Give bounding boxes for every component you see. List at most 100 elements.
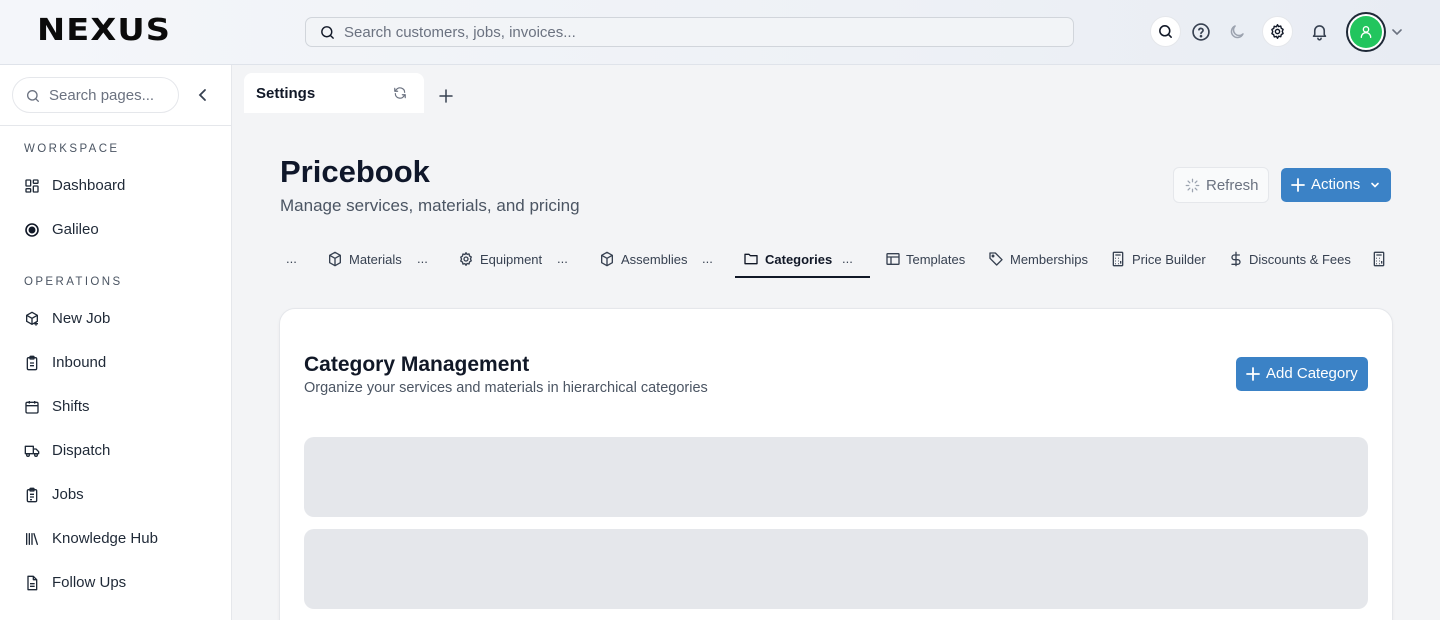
sidebar-item-knowledge-hub[interactable]: Knowledge Hub bbox=[12, 521, 219, 557]
grid-icon bbox=[25, 179, 39, 193]
plus-icon bbox=[1246, 367, 1260, 381]
sidebar-item-inbound[interactable]: Inbound bbox=[12, 345, 219, 381]
loading-skeleton bbox=[304, 529, 1368, 609]
library-icon bbox=[26, 533, 38, 545]
page-title: Pricebook bbox=[280, 154, 430, 189]
moon-icon bbox=[1230, 24, 1244, 38]
subtab-label: Equipment bbox=[480, 252, 543, 267]
file-text-icon bbox=[27, 575, 38, 591]
sidebar-divider bbox=[0, 125, 231, 126]
global-search[interactable] bbox=[305, 17, 1074, 47]
subtab-materials[interactable]: Materials bbox=[326, 240, 426, 278]
subtab-overflow[interactable]: ... bbox=[557, 251, 568, 266]
subtab-label: Assemblies bbox=[621, 252, 688, 267]
sidebar-item-follow-ups[interactable]: Follow Ups bbox=[12, 565, 219, 601]
pricebook-subtabs: ... Materials ... Equipment ... Assembli… bbox=[280, 240, 1390, 278]
sidebar-item-label: Dispatch bbox=[52, 442, 111, 459]
refresh-label: Refresh bbox=[1206, 177, 1259, 194]
subtab-categories[interactable]: Categories ... bbox=[735, 240, 870, 278]
gear-icon bbox=[1271, 24, 1284, 39]
sidebar-item-dispatch[interactable]: Dispatch bbox=[12, 433, 219, 469]
top-bar: NEXUS bbox=[0, 0, 1440, 65]
user-icon bbox=[1360, 26, 1372, 38]
loader-icon bbox=[1185, 178, 1200, 193]
sidebar-item-label: Shifts bbox=[52, 398, 90, 415]
layout-icon bbox=[886, 253, 900, 265]
global-search-input[interactable] bbox=[344, 18, 1044, 46]
collapse-sidebar-button[interactable] bbox=[194, 85, 212, 105]
refresh-button[interactable]: Refresh bbox=[1173, 167, 1269, 203]
clipboard-list-icon bbox=[26, 487, 38, 503]
calculator-icon bbox=[1373, 251, 1385, 267]
tab-label: Settings bbox=[256, 85, 316, 102]
theme-toggle-button[interactable] bbox=[1221, 16, 1252, 47]
package-icon bbox=[601, 251, 613, 267]
subtab-label: Discounts & Fees bbox=[1249, 252, 1351, 267]
subtab-price-builder[interactable]: Price Builder bbox=[1110, 240, 1215, 278]
sidebar-item-label: Knowledge Hub bbox=[52, 530, 158, 547]
refresh-icon[interactable] bbox=[393, 86, 407, 100]
calendar-icon bbox=[25, 401, 39, 414]
avatar[interactable] bbox=[1346, 12, 1386, 52]
sidebar-item-label: Galileo bbox=[52, 221, 99, 238]
subtab-equipment[interactable]: Equipment bbox=[458, 240, 568, 278]
subtab-label: Categories bbox=[765, 252, 833, 267]
subtab-label: Materials bbox=[349, 252, 402, 267]
loading-skeleton bbox=[304, 437, 1368, 517]
subtab-label: Price Builder bbox=[1132, 252, 1206, 267]
add-tab-icon[interactable] bbox=[438, 88, 454, 104]
subtab-memberships[interactable]: Memberships bbox=[987, 240, 1097, 278]
page-search[interactable] bbox=[12, 77, 179, 113]
tag-icon bbox=[989, 252, 1003, 266]
sidebar-item-new-job[interactable]: New Job bbox=[12, 301, 219, 337]
card-title: Category Management bbox=[304, 353, 530, 376]
help-button[interactable] bbox=[1185, 16, 1216, 47]
notifications-button[interactable] bbox=[1304, 16, 1335, 47]
subtab-more[interactable] bbox=[1370, 240, 1390, 278]
sidebar-item-label: Follow Ups bbox=[52, 574, 127, 591]
truck-icon bbox=[24, 445, 40, 457]
actions-label: Actions bbox=[1311, 176, 1361, 193]
subtab-discounts-fees[interactable]: Discounts & Fees bbox=[1227, 240, 1357, 278]
sidebar-item-label: New Job bbox=[52, 310, 111, 327]
search-icon bbox=[1159, 25, 1172, 38]
tab-settings[interactable]: Settings bbox=[244, 73, 424, 113]
sidebar-item-jobs[interactable]: Jobs bbox=[12, 477, 219, 513]
add-category-label: Add Category bbox=[1266, 365, 1358, 382]
page-subtitle: Manage services, materials, and pricing bbox=[280, 196, 580, 215]
help-icon bbox=[1191, 22, 1210, 41]
subtab-assemblies[interactable]: Assemblies bbox=[598, 240, 708, 278]
search-button[interactable] bbox=[1150, 16, 1181, 47]
target-icon bbox=[25, 223, 39, 237]
settings-button[interactable] bbox=[1262, 16, 1293, 47]
dollar-icon bbox=[1231, 251, 1241, 267]
search-icon bbox=[27, 90, 39, 102]
sidebar-item-shifts[interactable]: Shifts bbox=[12, 389, 219, 425]
bell-icon bbox=[1312, 25, 1327, 41]
avatar-circle bbox=[1350, 16, 1382, 48]
sidebar: WORKSPACE Dashboard Galileo OPERATIONS N… bbox=[0, 65, 232, 620]
plus-icon bbox=[1291, 178, 1305, 192]
sidebar-item-dashboard[interactable]: Dashboard bbox=[12, 168, 219, 204]
section-label-workspace: WORKSPACE bbox=[24, 143, 120, 155]
card-subtitle: Organize your services and materials in … bbox=[304, 380, 708, 396]
actions-button[interactable]: Actions bbox=[1281, 168, 1391, 202]
page-search-input[interactable] bbox=[49, 78, 174, 112]
chevron-down-icon bbox=[1371, 182, 1379, 188]
subtab-overflow[interactable]: ... bbox=[417, 251, 428, 266]
sidebar-item-label: Dashboard bbox=[52, 177, 126, 194]
calculator-icon bbox=[1112, 251, 1124, 267]
subtab-templates[interactable]: Templates bbox=[884, 240, 974, 278]
category-management-card: Category Management Organize your servic… bbox=[279, 308, 1393, 620]
chevron-down-icon[interactable] bbox=[1391, 27, 1403, 37]
subtab-overflow[interactable]: ... bbox=[842, 251, 853, 266]
add-category-button[interactable]: Add Category bbox=[1236, 357, 1368, 391]
sidebar-item-label: Inbound bbox=[52, 354, 107, 371]
section-label-operations: OPERATIONS bbox=[24, 276, 123, 288]
chevron-left-icon bbox=[198, 89, 206, 101]
subtab-overflow[interactable]: ... bbox=[702, 251, 713, 266]
search-icon bbox=[321, 26, 334, 39]
subtab-overflow[interactable]: ... bbox=[286, 251, 297, 266]
sidebar-item-galileo[interactable]: Galileo bbox=[12, 212, 219, 248]
nexus-logo[interactable]: NEXUS bbox=[37, 16, 171, 46]
